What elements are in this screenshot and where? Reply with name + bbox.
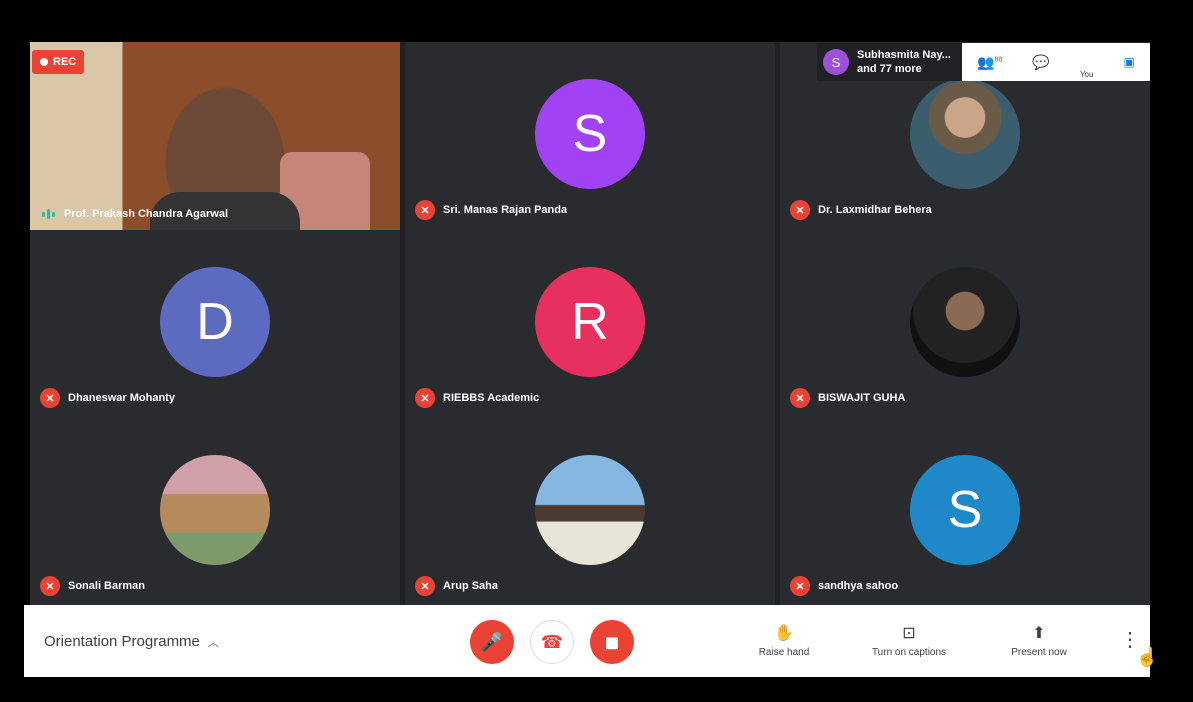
participant-summary-line1: Subhasmita Nay... [857,49,951,61]
mic-toggle-button[interactable]: 🎤 [470,620,514,664]
you-label: You [1079,70,1094,79]
participant-tile[interactable]: S ✕ sandhya sahoo [780,418,1150,605]
mic-muted-icon: ✕ [415,576,435,596]
participants-summary[interactable]: S Subhasmita Nay... and 77 more [817,43,962,81]
meeting-grid: REC Prof. Prakash Chandra Agarwal S ✕ Sri… [30,42,1150,605]
avatar: S [535,79,645,189]
mic-off-icon: 🎤 [480,631,504,652]
avatar [535,455,645,565]
participant-name: Prof. Prakash Chandra Agarwal [40,208,228,220]
video-tile-speaker[interactable]: REC Prof. Prakash Chandra Agarwal [30,42,400,232]
people-count: 88 [994,55,1003,63]
mic-muted-icon: ✕ [790,388,810,408]
participant-name: ✕ Sri. Manas Rajan Panda [415,200,567,220]
captions-icon: ⊡ [902,625,916,642]
participant-tile[interactable]: R ✕ RIEBBS Academic [405,230,775,418]
mic-muted-icon: ✕ [790,200,810,220]
top-bar: S Subhasmita Nay... and 77 more 👥88 💬 You… [817,43,1150,81]
participant-name: ✕ Dhaneswar Mohanty [40,388,175,408]
people-icon[interactable]: 👥88 [977,54,1002,71]
participant-name: ✕ BISWAJIT GUHA [790,388,905,408]
avatar: S [910,455,1020,565]
mic-muted-icon: ✕ [790,576,810,596]
meeting-details-button[interactable]: Orientation Programme ︿ [44,633,219,650]
participant-name: ✕ RIEBBS Academic [415,388,539,408]
self-preview-icon[interactable]: ▣ [1124,55,1135,69]
participant-tile[interactable]: D ✕ Dhaneswar Mohanty [30,230,400,418]
leave-call-button[interactable]: ☎ [530,620,574,664]
mic-muted-icon: ✕ [40,576,60,596]
participant-tile[interactable]: ✕ Sonali Barman [30,418,400,605]
chat-icon[interactable]: 💬 [1032,54,1049,71]
bottom-bar: Orientation Programme ︿ 🎤 ☎ ◼ ✋ Raise hand… [24,605,1158,677]
recording-badge: REC [32,50,85,74]
mic-muted-icon: ✕ [40,388,60,408]
avatar [910,79,1020,189]
captions-button[interactable]: ⊡ Turn on captions [854,623,964,658]
participant-name: ✕ Arup Saha [415,576,498,596]
participant-summary-line2: and 77 more [857,63,922,75]
hand-cursor-icon: ☝ [1136,647,1159,667]
participant-tile[interactable]: ✕ Arup Saha [405,418,775,605]
avatar [910,267,1020,377]
chevron-up-icon: ︿ [207,637,219,649]
participant-name: ✕ sandhya sahoo [790,576,898,596]
hang-up-icon: ☎ [540,631,564,652]
hand-icon: ✋ [774,625,794,642]
avatar: S [823,49,849,75]
present-icon: ⬆ [1032,625,1046,642]
participant-tile[interactable]: S ✕ Sri. Manas Rajan Panda [405,42,775,230]
avatar: R [535,267,645,377]
mic-muted-icon: ✕ [415,388,435,408]
camera-off-icon: ◼ [604,631,620,652]
participant-name: ✕ Dr. Laxmidhar Behera [790,200,932,220]
avatar: D [160,267,270,377]
mic-muted-icon: ✕ [415,200,435,220]
raise-hand-button[interactable]: ✋ Raise hand [729,623,839,658]
participant-name: ✕ Sonali Barman [40,576,145,596]
participant-tile[interactable]: ✕ BISWAJIT GUHA [780,230,1150,418]
top-toolbar: 👥88 💬 You ▣ [962,43,1150,81]
avatar [160,455,270,565]
speaker-video [30,42,400,232]
speaking-indicator-icon [40,208,56,220]
camera-toggle-button[interactable]: ◼ [590,620,634,664]
present-now-button[interactable]: ⬆ Present now [984,623,1094,658]
